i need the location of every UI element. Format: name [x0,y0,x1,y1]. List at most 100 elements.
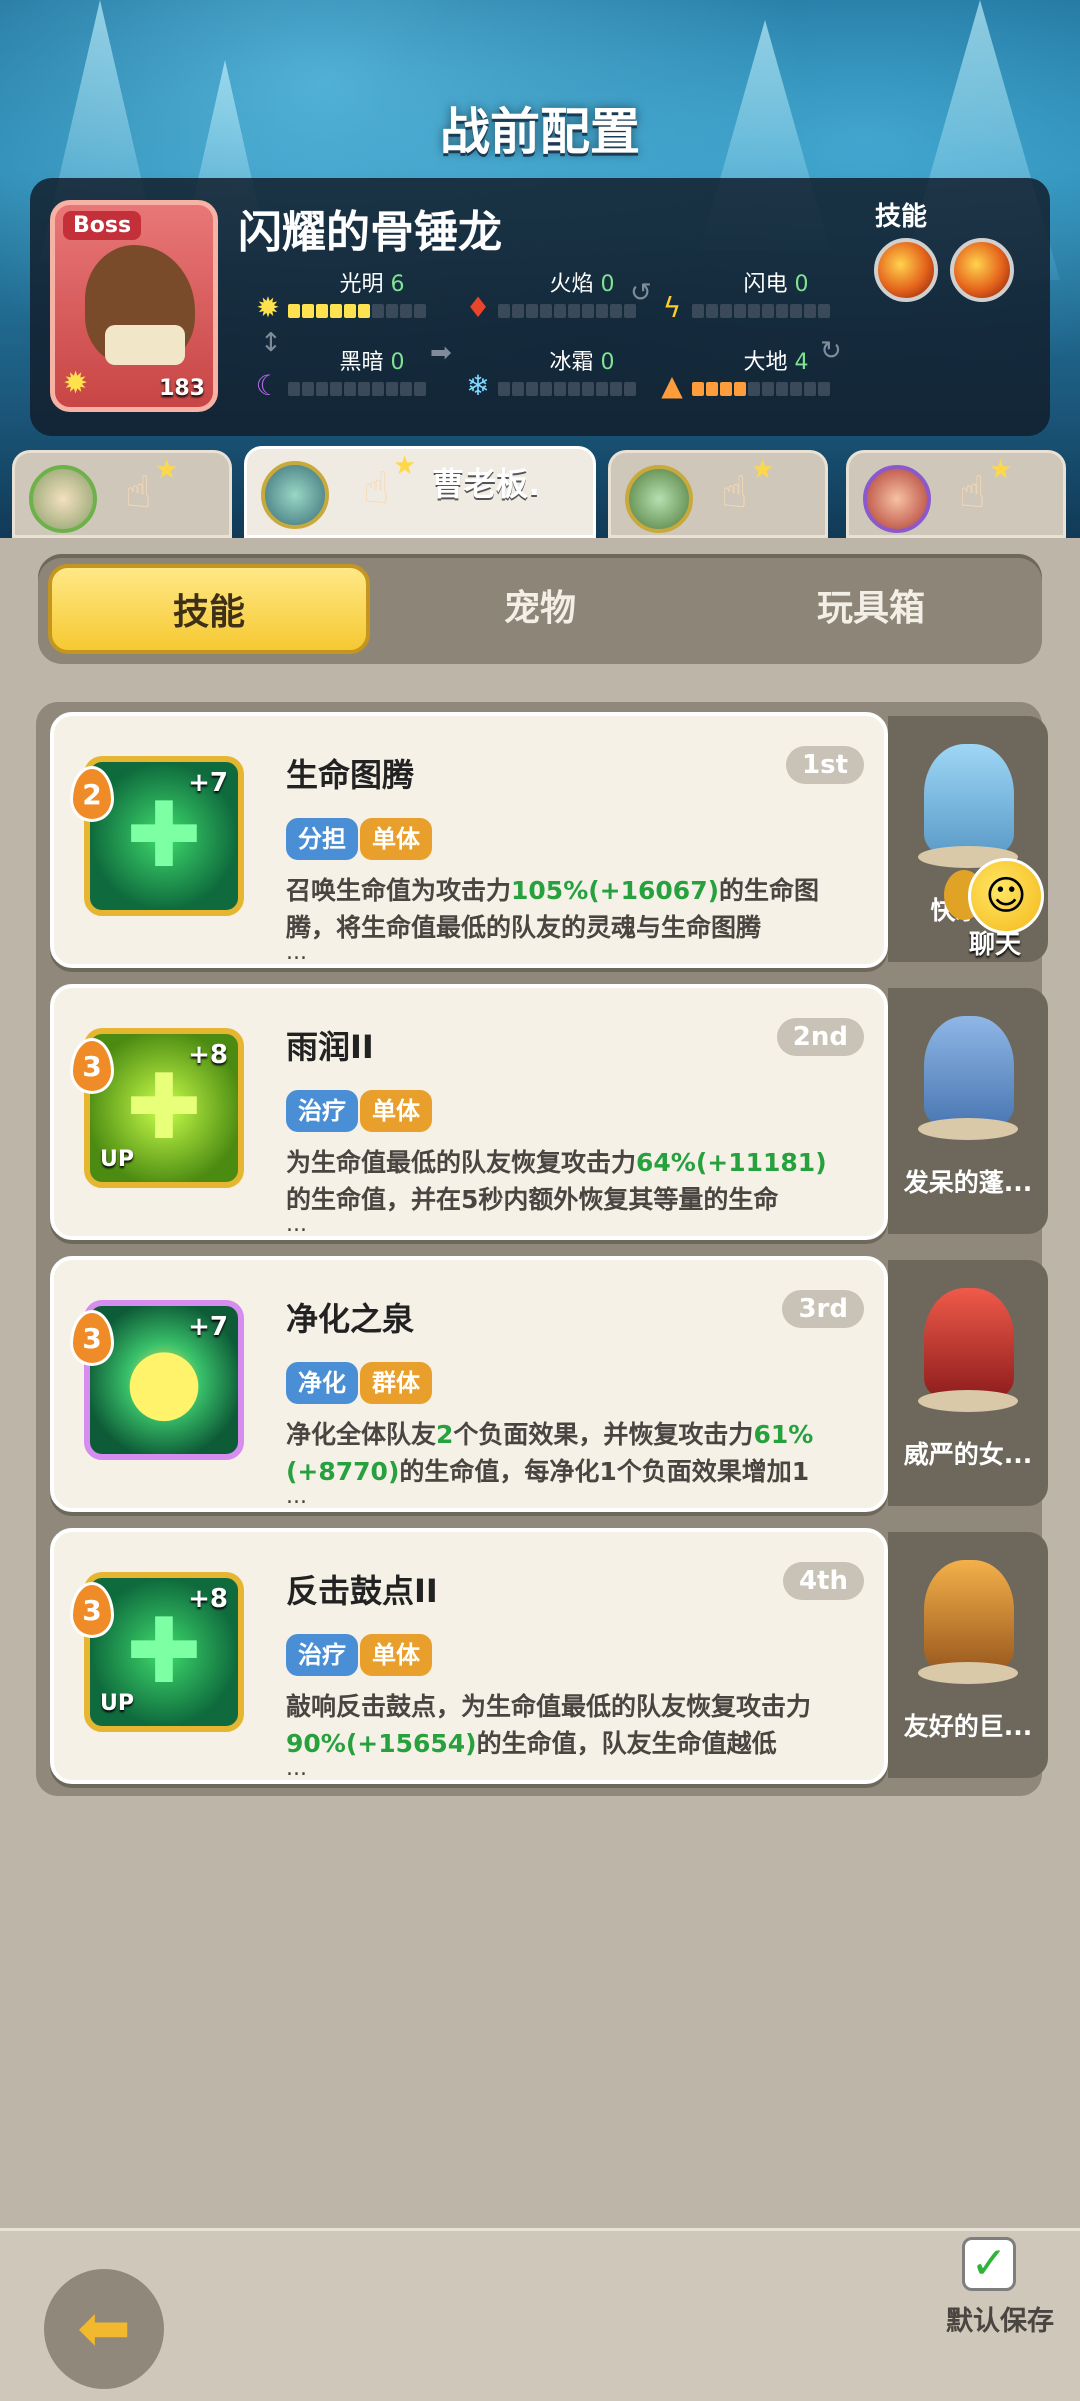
skill-more: ... [286,1756,307,1781]
fire-icon: ♦ [465,291,491,324]
skill-card-4[interactable]: ✚ +8 UP 3 反击鼓点II 4th 治疗 单体 敲响反击鼓点，为生命值最低… [50,1528,888,1784]
hero-tab-1[interactable]: ☝ [12,450,232,538]
skill-card-2[interactable]: ✚ +8 UP 3 雨润II 2nd 治疗 单体 为生命值最低的队友恢复攻击力6… [50,984,888,1240]
pet-name: 发呆的蓬... [903,1168,1033,1197]
boss-tag: Boss [63,211,142,240]
boss-skill-1-icon[interactable] [874,238,938,302]
skill-more: ... [286,1484,307,1509]
element-lightning: 闪电 0 ϟ [656,266,856,326]
tab-skills[interactable]: 技能 [48,564,370,654]
lightning-bar [692,304,830,318]
hero-tab-4[interactable]: ☝ [846,450,1066,538]
hand-star-icon: ☝ [959,455,1012,518]
tab-toybox[interactable]: 玩具箱 [710,564,1032,654]
back-arrow-icon[interactable]: ⬅ [44,2269,164,2389]
boss-name: 闪耀的骨锤龙 [238,207,502,258]
frost-bar [498,382,636,396]
earth-bar [692,382,830,396]
pet-slot-3[interactable]: 威严的女... [888,1260,1048,1506]
fire-bar [498,304,636,318]
pet-base [918,1662,1018,1684]
boss-skill-2-icon[interactable] [950,238,1014,302]
segment-control: 技能 宠物 玩具箱 [38,554,1042,664]
hero-avatar [625,465,693,533]
skill-rank: 1st [786,746,864,784]
dragon-jaw [105,325,185,365]
skill-tag: 群体 [360,1362,432,1404]
hero-tabs: ☝ ☝ 曹老板. ☝ ☝ [0,446,1080,538]
skill-more: ... [286,940,307,965]
hero-name: 曹老板. [432,465,541,503]
pet-name: 威严的女... [903,1440,1033,1469]
hand-star-icon: ☝ [363,451,416,514]
pet-image [924,1288,1014,1398]
hero-avatar [261,461,329,529]
pet-image [924,1016,1014,1126]
skill-name: 反击鼓点II [286,1572,438,1610]
chat-button[interactable]: ☺ 聊天 [944,858,1050,960]
pet-base [918,1118,1018,1140]
earth-icon: ▲ [661,369,683,402]
dark-bar [288,382,426,396]
skill-list: 快乐… ✚ +7 2 生命图腾 1st 分担 单体 召唤生命值为攻击力105%(… [36,702,1048,1796]
dark-icon: ☾ [255,369,281,402]
pet-base [918,1390,1018,1412]
skill-tag: 单体 [360,1090,432,1132]
skill-rank: 4th [782,1562,864,1600]
skill-tag: 单体 [360,818,432,860]
light-icon: ✹ [256,291,280,324]
cycle-arrow-icon: ↕ [260,328,282,358]
hand-star-icon: ☝ [125,455,178,518]
pet-image [924,744,1014,854]
skill-description: 敲响反击鼓点，为生命值最低的队友恢复攻击力90%(+15654)的生命值，队友生… [286,1692,812,1758]
boss-portrait[interactable]: Boss ✹ 183 [50,200,218,412]
lightning-icon: ϟ [662,291,682,324]
skill-up: UP [100,1691,134,1716]
skill-tag: 治疗 [286,1090,358,1132]
skill-card-1[interactable]: ✚ +7 2 生命图腾 1st 分担 单体 召唤生命值为攻击力105%(+160… [50,712,888,968]
hand-star-icon: ☝ [721,455,774,518]
chat-label: 聊天 [968,930,1021,960]
cycle-arrow-icon: ↻ [820,336,842,366]
element-light: 光明 6 ✹ [252,266,452,326]
skill-tag: 治疗 [286,1634,358,1676]
pet-image [924,1560,1014,1670]
skill-description: 召唤生命值为攻击力105%(+16067)的生命图腾，将生命值最低的队友的灵魂与… [286,876,820,942]
skill-more: ... [286,1212,307,1237]
hero-tab-2[interactable]: ☝ 曹老板. [244,446,596,538]
cycle-arrow-icon: ➡ [430,338,452,368]
skill-tag: 单体 [360,1634,432,1676]
default-save-label[interactable]: 默认保存 [930,2299,1070,2338]
skill-description: 净化全体队友2个负面效果，并恢复攻击力61%(+8770)的生命值，每净化1个负… [286,1420,814,1486]
pet-slot-4[interactable]: 友好的巨... [888,1532,1048,1778]
page-title: 战前配置 [440,103,640,161]
frost-icon: ❄ [466,369,490,402]
hero-avatar [863,465,931,533]
skill-rank: 3rd [782,1290,864,1328]
boss-level: 183 [159,376,205,401]
light-bar [288,304,426,318]
checkbox-checked-icon[interactable]: ✓ [962,2237,1016,2291]
hero-avatar [29,465,97,533]
pet-slot-2[interactable]: 发呆的蓬... [888,988,1048,1234]
element-frost: 冰霜 0 ❄ [462,344,662,404]
boss-info-panel: Boss ✹ 183 闪耀的骨锤龙 光明 6 ✹ 火焰 0 ♦ 闪电 0 ϟ 黑… [30,178,1050,436]
skill-description: 为生命值最低的队友恢复攻击力64%(+11181)的生命值，并在5秒内额外恢复其… [286,1148,827,1214]
skill-tag: 净化 [286,1362,358,1404]
skill-plus: +8 [188,1584,228,1614]
skill-card-3[interactable]: ● +7 3 净化之泉 3rd 净化 群体 净化全体队友2个负面效果，并恢复攻击… [50,1256,888,1512]
smiley-icon: ☺ [968,858,1044,934]
tab-pets[interactable]: 宠物 [379,564,701,654]
skill-plus: +7 [188,1312,228,1342]
hero-tab-3[interactable]: ☝ [608,450,828,538]
element-dark: 黑暗 0 ☾ [252,344,452,404]
cycle-arrow-icon: ↺ [630,278,652,308]
skill-up: UP [100,1147,134,1172]
skill-tag: 分担 [286,818,358,860]
boss-skills-label: 技能 [875,202,928,232]
pet-name: 友好的巨... [903,1712,1033,1741]
star-icon: ✹ [63,366,89,401]
skill-name: 生命图腾 [286,756,415,794]
skill-plus: +8 [188,1040,228,1070]
skill-rank: 2nd [776,1018,864,1056]
